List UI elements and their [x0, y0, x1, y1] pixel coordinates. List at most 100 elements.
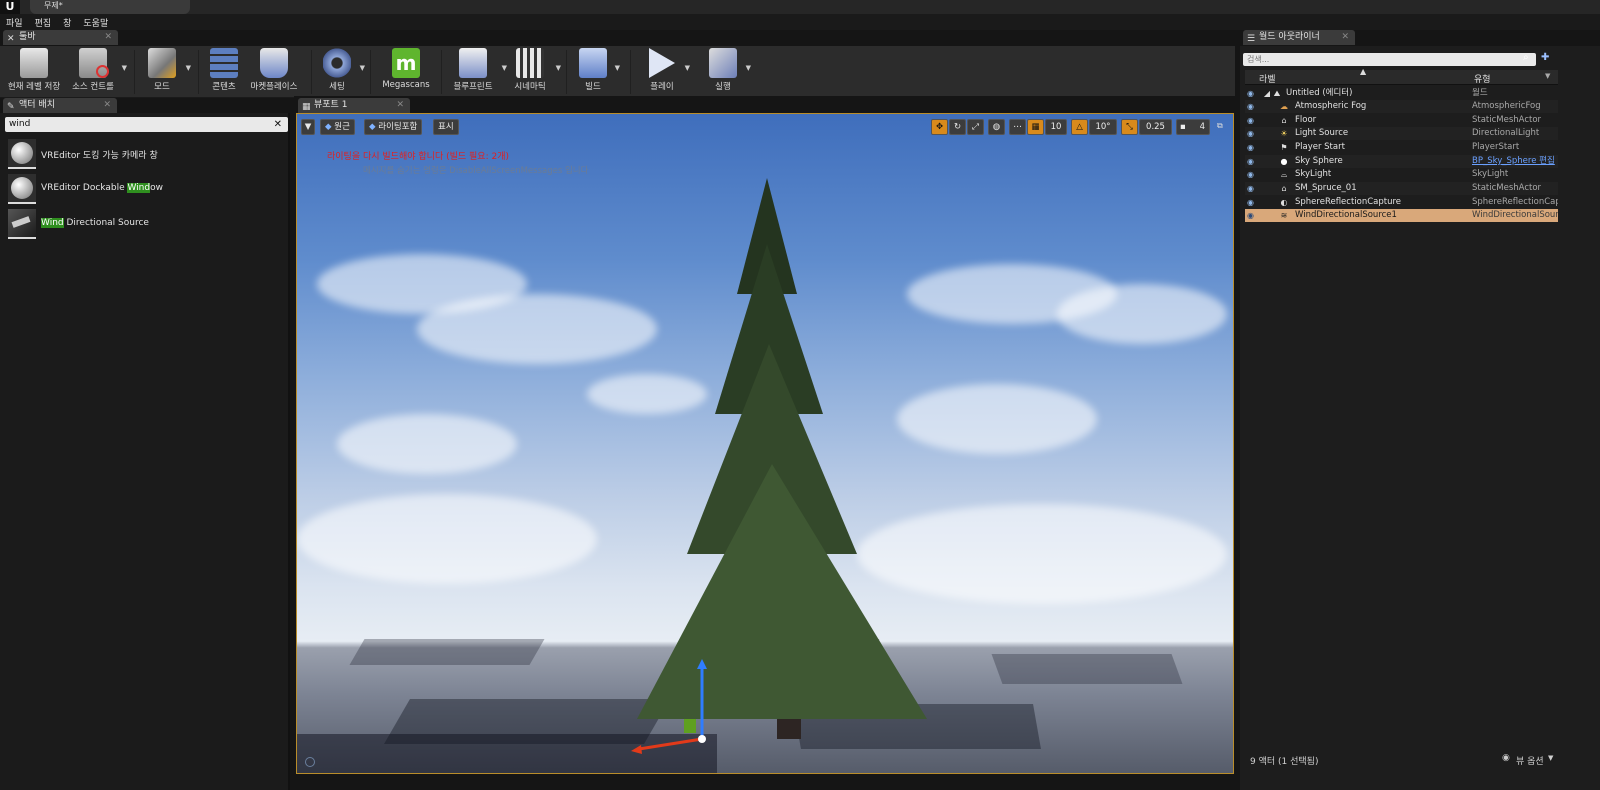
world-local-toggle-icon[interactable]: ◍ [988, 119, 1005, 135]
rotation-snap-value[interactable]: 10° [1089, 119, 1117, 135]
viewport-options-button[interactable]: ▼ [301, 119, 315, 135]
tab-viewport[interactable]: ▦ 뷰포트 1 ✕ [298, 98, 410, 113]
build-button[interactable]: 빌드 ▼ [575, 48, 620, 96]
unreal-logo-icon[interactable]: U [0, 0, 20, 14]
edit-blueprint-link[interactable]: BP_Sky_Sphere 편집 [1472, 155, 1558, 168]
close-icon[interactable]: ✕ [103, 98, 111, 113]
transform-gizmo[interactable] [627, 659, 717, 759]
outliner-search-input[interactable]: 검색... [1243, 53, 1536, 66]
actor-item-vreditor-camera[interactable]: VREditor 도킹 가능 카메라 창 [8, 139, 288, 169]
grid-snap-value[interactable]: 10 [1045, 119, 1067, 135]
show-button[interactable]: 표시 [433, 119, 459, 135]
chevron-down-icon[interactable]: ▼ [556, 64, 561, 72]
toolbar-divider [566, 50, 567, 94]
add-actor-icon[interactable]: ✚ [1541, 52, 1555, 66]
eye-icon[interactable]: ◉ [1247, 155, 1257, 168]
eye-icon[interactable]: ◉ [1247, 114, 1257, 127]
menu-window[interactable]: 창 [57, 14, 77, 31]
modes-button[interactable]: 모드 ▼ [142, 48, 191, 96]
eye-icon[interactable]: ◉ [1247, 141, 1257, 154]
menu-help[interactable]: 도움말 [77, 14, 114, 31]
surface-snap-icon[interactable]: ⋯ [1009, 119, 1026, 135]
chevron-down-icon[interactable]: ▼ [122, 64, 127, 72]
tab-toolbar[interactable]: ✕ 툴바 ✕ [3, 30, 118, 45]
scale-snap-icon[interactable]: ⤡ [1121, 119, 1138, 135]
expand-arrow-icon[interactable]: ◢ [1262, 87, 1272, 100]
close-icon[interactable]: ✕ [104, 30, 112, 45]
megascans-button[interactable]: m Megascans [378, 48, 434, 96]
tab-world-outliner[interactable]: ☰ 월드 아웃라이너 ✕ [1243, 30, 1355, 45]
settings-button[interactable]: 세팅 ▼ [318, 48, 365, 96]
launch-button[interactable]: 실행 ▼ [704, 48, 751, 96]
search-icon[interactable]: ⌕ [1523, 52, 1537, 66]
gizmo-z-arrow[interactable] [697, 659, 707, 669]
tab-place-actors[interactable]: ✎ 액터 배치 ✕ [3, 98, 117, 113]
rotate-tool-icon[interactable]: ↻ [949, 119, 966, 135]
gizmo-center[interactable] [698, 735, 706, 743]
outliner-row-skylight[interactable]: ◉ ⌓ SkyLight SkyLight [1245, 168, 1558, 181]
chevron-down-icon[interactable]: ▼ [360, 64, 365, 72]
camera-speed-button[interactable]: ▪ 4 [1176, 119, 1210, 135]
outliner-row-world[interactable]: ◉ ◢ ⛰ Untitled (에디터) 월드 [1245, 87, 1558, 100]
actor-thumbnail [8, 139, 36, 169]
view-options-button[interactable]: 뷰 옵션 [1516, 754, 1544, 767]
rotation-snap-icon[interactable]: △ [1071, 119, 1088, 135]
eye-icon[interactable]: ◉ [1247, 196, 1257, 209]
eye-icon[interactable]: ◉ [1247, 209, 1257, 222]
chevron-down-icon[interactable]: ▼ [502, 64, 507, 72]
perspective-button[interactable]: ◆ 원근 [320, 119, 355, 135]
scale-tool-icon[interactable]: ⤢ [967, 119, 984, 135]
maximize-viewport-icon[interactable]: ⧉ [1217, 121, 1227, 131]
marketplace-button[interactable]: 마켓플레이스 [247, 48, 301, 96]
view-mode-lit-button[interactable]: ◆ 라이팅포함 [364, 119, 423, 135]
outliner-row-sm-spruce[interactable]: ◉ ⌂ SM_Spruce_01 StaticMeshActor [1245, 182, 1558, 195]
cinematics-button[interactable]: 시네마틱 ▼ [508, 48, 561, 96]
eye-icon[interactable]: ◉ [1247, 100, 1257, 113]
close-icon[interactable]: ✕ [1341, 30, 1349, 45]
chevron-down-icon[interactable]: ▼ [1548, 754, 1553, 762]
eye-icon[interactable]: ◉ [1247, 168, 1257, 181]
close-icon[interactable]: ✕ [396, 98, 404, 113]
menu-file[interactable]: 파일 [0, 14, 29, 31]
eye-icon[interactable]: ◉ [1247, 127, 1257, 140]
gizmo-x-axis[interactable] [638, 737, 703, 751]
save-level-button[interactable]: 현재 레벨 저장 [5, 48, 63, 96]
source-control-button[interactable]: 소스 컨트롤 ▼ [68, 48, 127, 96]
actor-item-wind-directional-source[interactable]: Wind Directional Source [8, 209, 288, 239]
scale-snap-value[interactable]: 0.25 [1139, 119, 1172, 135]
chevron-down-icon[interactable]: ▼ [186, 64, 191, 72]
eye-icon[interactable]: ◉ [1247, 87, 1257, 100]
column-label[interactable]: 라벨 [1259, 72, 1276, 85]
menu-edit[interactable]: 편집 [29, 14, 58, 31]
sort-up-icon[interactable]: ▲ [1360, 67, 1366, 76]
clear-search-icon[interactable]: ✕ [274, 117, 282, 132]
outliner-row-wind-directional-source[interactable]: ◉ ≋ WindDirectionalSource1 WindDirection… [1245, 209, 1558, 222]
actor-item-vreditor-dockable-window[interactable]: VREditor Dockable Window [8, 174, 288, 204]
outliner-row-atmospheric-fog[interactable]: ◉ ☁ Atmospheric Fog AtmosphericFog [1245, 100, 1558, 113]
outliner-row-sky-sphere[interactable]: ◉ ● Sky Sphere BP_Sky_Sphere 편집 [1245, 155, 1558, 168]
grid-snap-icon[interactable]: ▦ [1027, 119, 1044, 135]
outliner-row-sphere-reflection-capture[interactable]: ◉ ◐ SphereReflectionCapture SphereReflec… [1245, 196, 1558, 209]
settings-icon [323, 48, 351, 78]
chevron-down-icon[interactable]: ▼ [746, 64, 751, 72]
content-label: 콘텐츠 [212, 82, 236, 92]
chevron-down-icon[interactable]: ▼ [685, 64, 690, 72]
eye-icon[interactable]: ◉ [1247, 182, 1257, 195]
gizmo-y-handle[interactable] [684, 719, 696, 733]
blueprint-button[interactable]: 블루프린트 ▼ [448, 48, 507, 96]
document-tab[interactable]: 무제* [30, 0, 190, 14]
level-viewport[interactable] [296, 113, 1234, 774]
outliner-row-light-source[interactable]: ◉ ☀ Light Source DirectionalLight [1245, 127, 1558, 140]
content-button[interactable]: 콘텐츠 [205, 48, 243, 96]
outliner-row-player-start[interactable]: ◉ ⚑ Player Start PlayerStart [1245, 141, 1558, 154]
place-actors-search-input[interactable]: wind ✕ [5, 117, 288, 132]
chevron-down-icon[interactable]: ▼ [615, 64, 620, 72]
floor-tile [991, 654, 1183, 684]
play-button[interactable]: 플레이 ▼ [643, 48, 690, 96]
translate-tool-icon[interactable]: ✥ [931, 119, 948, 135]
gizmo-x-arrow[interactable] [631, 745, 642, 754]
outliner-row-floor[interactable]: ◉ ⌂ Floor StaticMeshActor [1245, 114, 1558, 127]
lit-icon: ◆ [369, 122, 379, 132]
column-type[interactable]: 유형 [1474, 72, 1491, 85]
chevron-down-icon[interactable]: ▼ [1545, 72, 1550, 80]
